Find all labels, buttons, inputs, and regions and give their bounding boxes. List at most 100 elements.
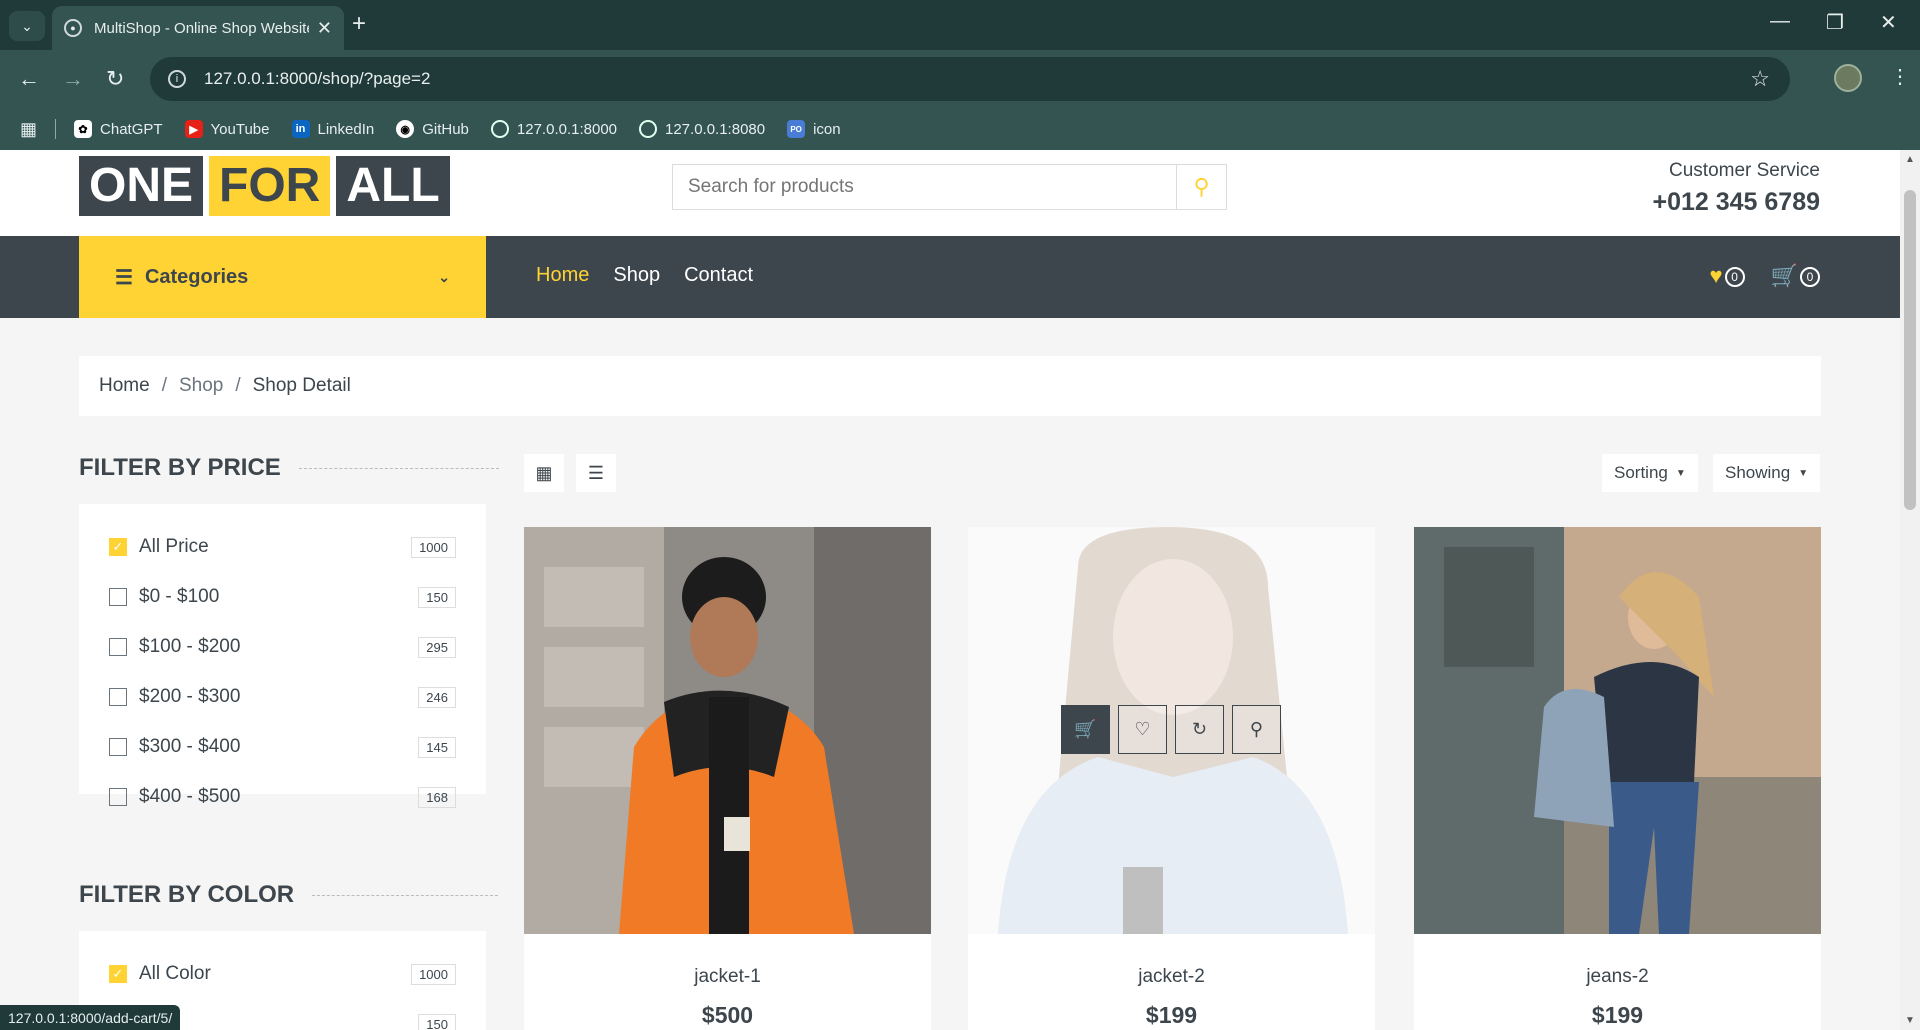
bookmark-youtube[interactable]: ▶ YouTube	[184, 120, 270, 138]
close-tab-icon[interactable]: ✕	[317, 18, 332, 39]
breadcrumb-current: Shop Detail	[252, 375, 351, 396]
price-filter-300-400[interactable]: $300 - $400 145	[109, 722, 456, 772]
filter-count: 150	[418, 1013, 456, 1030]
scroll-down-icon[interactable]: ▼	[1905, 1015, 1915, 1026]
scroll-up-icon[interactable]: ▲	[1905, 154, 1915, 165]
new-tab-button[interactable]: +	[352, 10, 366, 38]
wishlist-button[interactable]: ♥ 0	[1710, 263, 1745, 289]
reload-icon[interactable]: ↻	[106, 66, 124, 92]
checkbox[interactable]	[109, 688, 127, 706]
scrollbar-thumb[interactable]	[1904, 190, 1916, 510]
breadcrumb-shop[interactable]: Shop	[179, 375, 223, 397]
search-bar: ⚲	[672, 164, 1227, 210]
checkbox[interactable]: ✓	[109, 538, 127, 556]
bookmark-localhost-8080[interactable]: 127.0.0.1:8080	[639, 120, 765, 138]
profile-avatar[interactable]	[1834, 64, 1862, 92]
categories-label: Categories	[144, 265, 249, 288]
wishlist-count: 0	[1724, 267, 1745, 288]
filter-count: 295	[418, 636, 456, 658]
filter-price-box: ✓ All Price 1000 $0 - $100 150 $100 - $200 2…	[79, 504, 486, 808]
product-name[interactable]: jacket-1	[524, 966, 931, 988]
checkbox[interactable]	[109, 738, 127, 756]
page-content: ONE FOR ALL ⚲ Customer Service +012 345 …	[0, 150, 1900, 1030]
cart-button[interactable]: 🛒 0	[1771, 263, 1820, 289]
bookmark-star-icon[interactable]: ☆	[1750, 66, 1770, 92]
cart-icon: 🛒	[1770, 263, 1798, 288]
bookmark-chatgpt[interactable]: ✿ ChatGPT	[74, 120, 163, 138]
browser-toolbar: ← → ↻ i 127.0.0.1:8000/shop/?page=2 ☆ ⋮	[0, 50, 1920, 108]
filter-label: $200 - $300	[139, 686, 241, 707]
product-card[interactable]: jeans-2 $199	[1414, 527, 1821, 1030]
add-to-wishlist-button[interactable]: ♡	[1118, 705, 1167, 754]
filter-label: $300 - $400	[139, 736, 241, 757]
tab-search-button[interactable]: ⌄	[9, 11, 45, 41]
minimize-icon[interactable]: —	[1770, 10, 1790, 33]
breadcrumb-separator: /	[161, 375, 167, 396]
price-filter-400-500[interactable]: $400 - $500 168	[109, 772, 456, 822]
list-view-button[interactable]: ☰	[576, 454, 616, 492]
restore-icon[interactable]: ❐	[1826, 10, 1844, 35]
bookmark-icon-site[interactable]: PO icon	[787, 120, 841, 138]
filter-color-title: FILTER BY COLOR	[79, 881, 499, 909]
price-filter-200-300[interactable]: $200 - $300 246	[109, 672, 456, 722]
sorting-dropdown[interactable]: Sorting ▼	[1602, 454, 1698, 492]
quick-view-button[interactable]: ⚲	[1232, 705, 1281, 754]
filter-count: 1000	[411, 536, 456, 558]
compare-button[interactable]: ↻	[1175, 705, 1224, 754]
search-icon[interactable]: ⚲	[1176, 165, 1226, 209]
nav-link-home[interactable]: Home	[536, 264, 589, 287]
bookmarks-bar: ▦ ✿ ChatGPT ▶ YouTube in LinkedIn ◉ GitHub 1…	[0, 108, 1920, 150]
product-price: $199	[1591, 1002, 1644, 1028]
linkedin-icon: in	[291, 120, 310, 138]
site-logo[interactable]: ONE FOR ALL	[79, 156, 450, 216]
browser-tab[interactable]: ● MultiShop - Online Shop Website ✕	[52, 6, 344, 50]
categories-dropdown[interactable]: ☰ Categories ⌄	[79, 236, 486, 318]
apps-grid-icon[interactable]: ▦	[20, 119, 37, 140]
grid-view-button[interactable]: ▦	[524, 454, 564, 492]
page-scrollbar[interactable]: ▲ ▼	[1900, 150, 1920, 1030]
checkbox[interactable]	[109, 638, 127, 656]
search-input[interactable]	[673, 165, 1176, 209]
filter-count: 246	[418, 686, 456, 708]
product-image[interactable]: 🛒 ♡ ↻ ⚲	[968, 527, 1375, 934]
bookmark-linkedin[interactable]: in LinkedIn	[291, 120, 375, 138]
product-card[interactable]: 🛒 ♡ ↻ ⚲ jacket-2 $199	[968, 527, 1375, 1030]
product-image[interactable]	[1414, 527, 1821, 934]
add-to-cart-button[interactable]: 🛒	[1061, 705, 1110, 754]
heart-icon: ♡	[1134, 719, 1151, 739]
back-icon[interactable]: ←	[18, 66, 40, 92]
filter-label: $100 - $200	[139, 636, 241, 657]
checkbox[interactable]	[109, 588, 127, 606]
site-info-icon[interactable]: i	[168, 70, 186, 88]
address-bar[interactable]: i 127.0.0.1:8000/shop/?page=2 ☆	[150, 57, 1790, 101]
product-name[interactable]: jacket-2	[968, 966, 1375, 988]
checkbox[interactable]: ✓	[109, 965, 127, 983]
section-title-text: FILTER BY PRICE	[79, 454, 281, 481]
product-image[interactable]	[524, 527, 931, 934]
refresh-icon: ↻	[1191, 719, 1208, 739]
bookmark-localhost-8000[interactable]: 127.0.0.1:8000	[490, 120, 617, 138]
nav-link-shop[interactable]: Shop	[613, 264, 660, 287]
color-filter-all[interactable]: ✓ All Color 1000	[109, 949, 456, 999]
forward-icon[interactable]: →	[62, 66, 84, 92]
bookmark-label: YouTube	[210, 120, 270, 138]
product-card[interactable]: jacket-1 $500	[524, 527, 931, 1030]
menu-kebab-icon[interactable]: ⋮	[1890, 64, 1910, 89]
main-navbar: ☰ Categories ⌄ Home Shop Contact ♥ 0 🛒 0	[0, 236, 1900, 318]
breadcrumb-home[interactable]: Home	[99, 375, 150, 397]
bookmark-label: LinkedIn	[317, 120, 375, 138]
product-price: $500	[701, 1002, 754, 1028]
caret-down-icon: ▼	[1798, 467, 1809, 479]
divider	[298, 467, 499, 469]
showing-dropdown[interactable]: Showing ▼	[1713, 454, 1821, 492]
price-filter-0-100[interactable]: $0 - $100 150	[109, 572, 456, 622]
bookmark-label: ChatGPT	[100, 120, 163, 138]
price-filter-all[interactable]: ✓ All Price 1000	[109, 522, 456, 572]
nav-link-contact[interactable]: Contact	[684, 264, 753, 287]
close-window-icon[interactable]: ✕	[1880, 10, 1897, 35]
checkbox[interactable]	[109, 788, 127, 806]
bookmark-github[interactable]: ◉ GitHub	[396, 120, 469, 138]
price-filter-100-200[interactable]: $100 - $200 295	[109, 622, 456, 672]
divider	[55, 119, 57, 139]
product-name[interactable]: jeans-2	[1414, 966, 1821, 988]
